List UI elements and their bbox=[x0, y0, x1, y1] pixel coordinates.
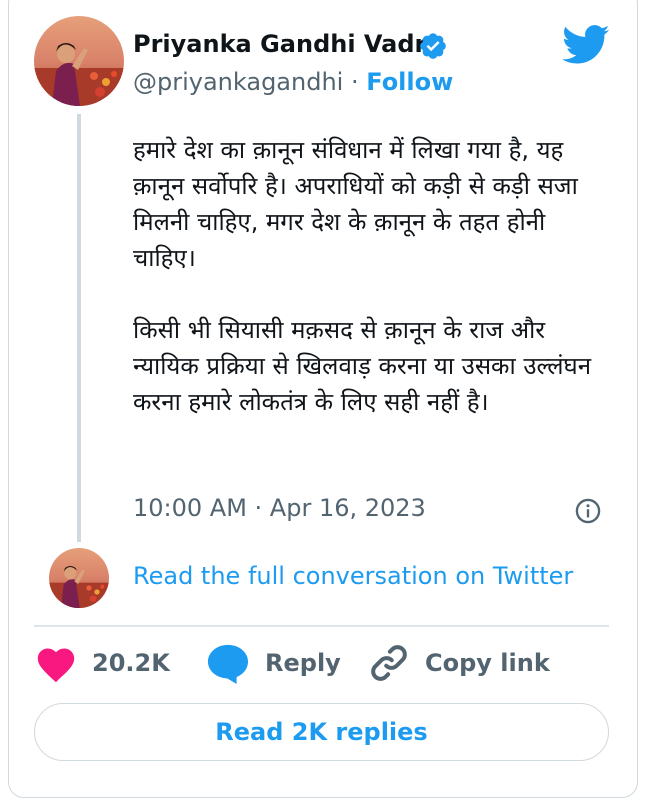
read-conversation-link[interactable]: Read the full conversation on Twitter bbox=[133, 562, 573, 590]
separator: · bbox=[350, 68, 359, 96]
twitter-bird-icon[interactable] bbox=[562, 24, 610, 66]
read-replies-button[interactable]: Read 2K replies bbox=[34, 703, 609, 761]
tweet-paragraph: हमारे देश का क़ानून संविधान में लिखा गया… bbox=[133, 136, 578, 272]
thread-line bbox=[77, 114, 81, 542]
copy-link-label: Copy link bbox=[425, 649, 550, 677]
author-name[interactable]: Priyanka Gandhi Vadra bbox=[133, 30, 443, 58]
author-handle[interactable]: @priyankagandhi bbox=[133, 68, 343, 96]
tweet-text: हमारे देश का क़ानून संविधान में लिखा गया… bbox=[133, 132, 608, 420]
reply-button[interactable]: Reply bbox=[205, 640, 341, 686]
author-handle-row: @priyankagandhi · Follow bbox=[133, 68, 453, 96]
reply-label: Reply bbox=[265, 649, 341, 677]
verified-badge-icon bbox=[420, 33, 446, 59]
tweet-timestamp[interactable]: 10:00 AM · Apr 16, 2023 bbox=[133, 494, 426, 522]
tweet-paragraph: किसी भी सियासी मक़सद से क़ानून के राज और… bbox=[133, 316, 592, 416]
conversation-avatar[interactable] bbox=[49, 548, 109, 608]
read-replies-label: Read 2K replies bbox=[215, 718, 428, 746]
info-icon[interactable] bbox=[574, 497, 602, 525]
copy-link-button[interactable]: Copy link bbox=[367, 640, 550, 686]
heart-icon bbox=[37, 648, 75, 683]
like-count: 20.2K bbox=[92, 649, 170, 677]
divider bbox=[34, 625, 609, 627]
like-button[interactable]: 20.2K bbox=[34, 640, 170, 686]
author-avatar[interactable] bbox=[34, 16, 124, 106]
link-icon bbox=[371, 645, 407, 681]
follow-button[interactable]: Follow bbox=[366, 68, 453, 96]
speech-bubble-icon bbox=[207, 644, 249, 684]
